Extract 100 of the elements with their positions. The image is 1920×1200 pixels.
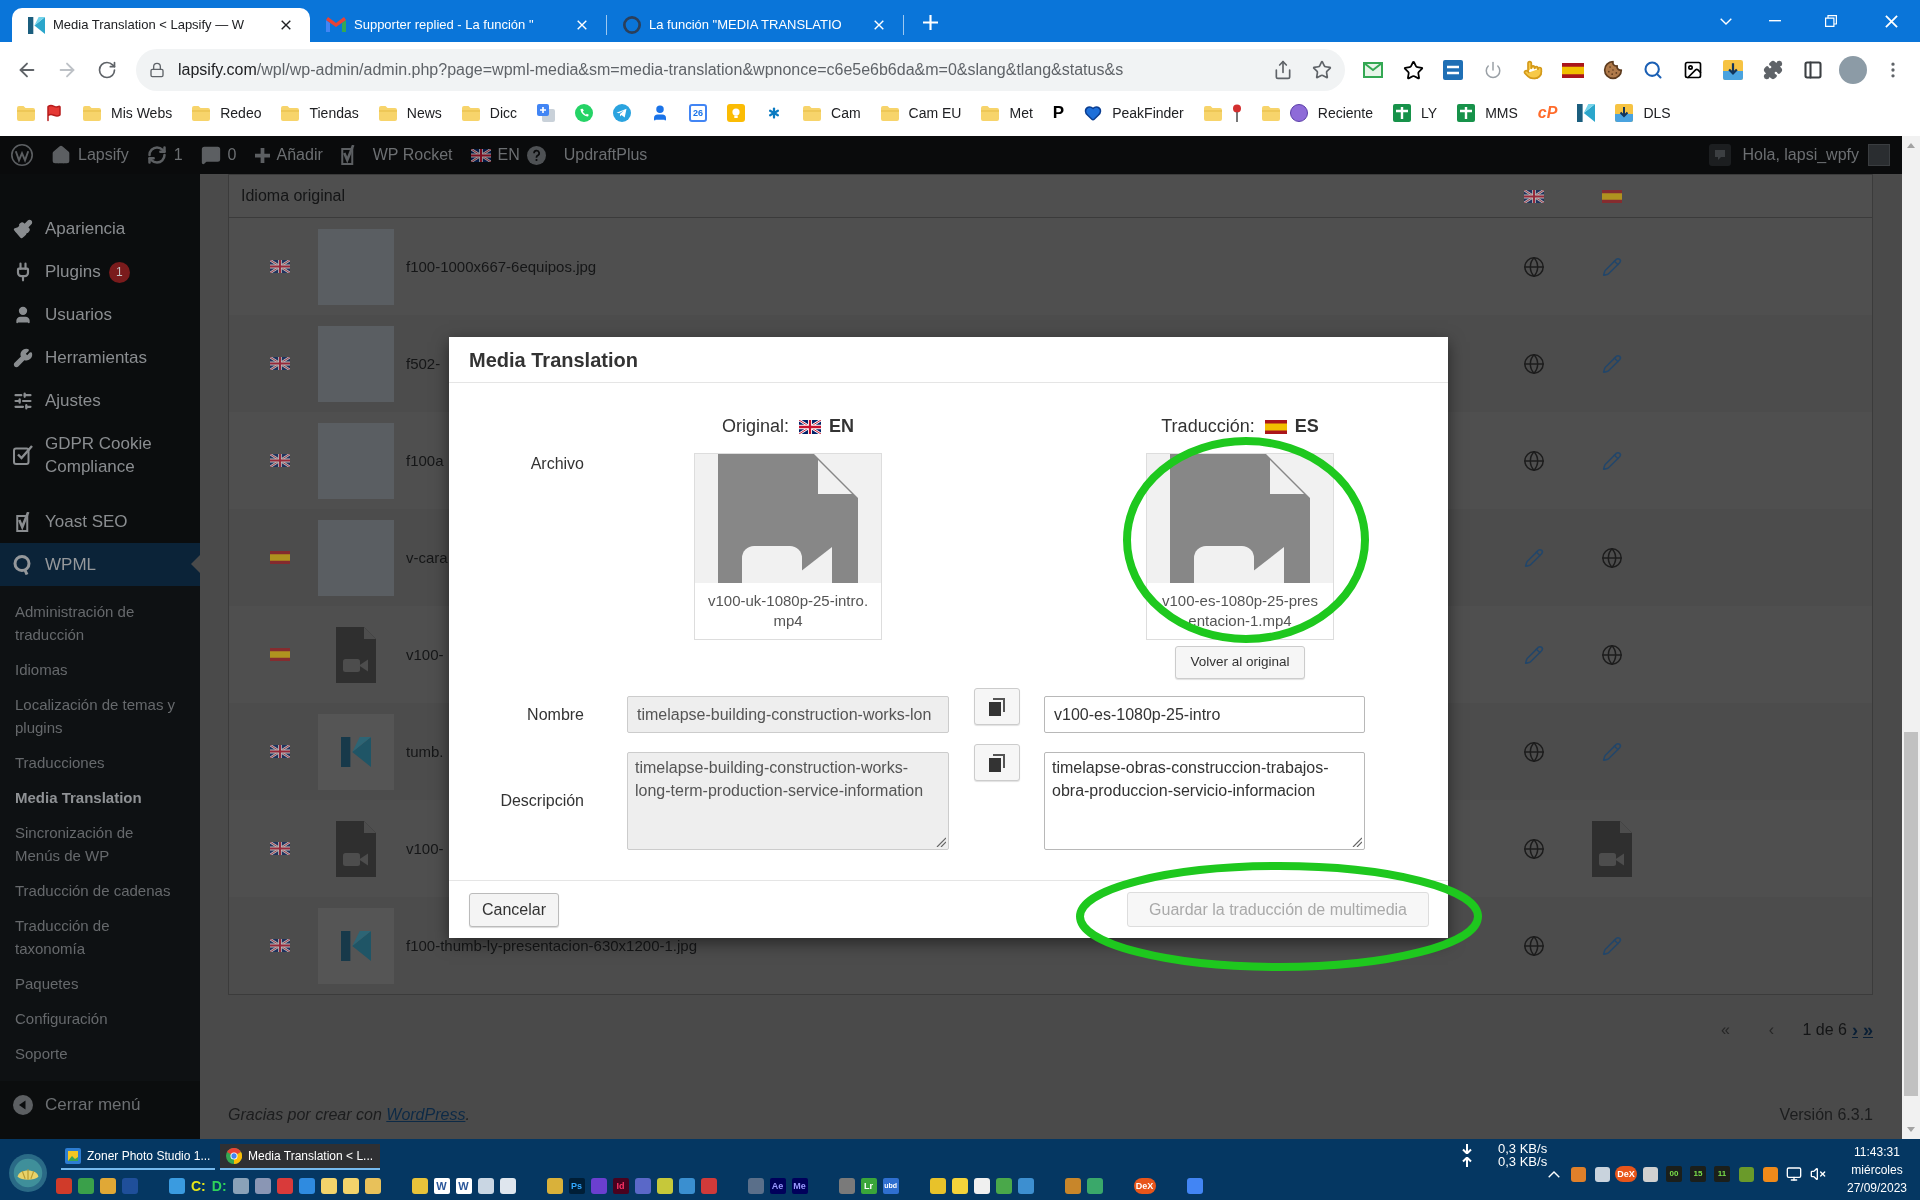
app-shortcut-icon[interactable] [499,1178,516,1194]
bookmark[interactable]: LY [1383,99,1448,127]
tray-icon[interactable] [1762,1166,1778,1182]
globe-icon[interactable] [1601,546,1623,569]
app-shortcut-icon[interactable] [973,1178,990,1194]
taskbar-window-button[interactable]: Zoner Photo Studio 1... [61,1144,215,1170]
bookmark[interactable]: MMS [1447,99,1528,127]
app-shortcut[interactable]: Ae [769,1178,786,1194]
account-menu[interactable]: Hola, lapsi_wpfy [1742,143,1890,167]
app-shortcut[interactable]: DeX [1133,1178,1156,1194]
bookmark[interactable]: DLS [1605,99,1681,127]
submenu-item[interactable]: Configuración [0,1001,178,1036]
browser-tab[interactable]: Supporter replied - La función " [310,8,606,42]
globe-icon[interactable] [1523,449,1545,472]
copy-button[interactable] [973,744,1020,781]
menu-item[interactable]: Yoast SEO [0,500,200,543]
menu-item[interactable]: WPML [0,543,200,586]
bookmark-folder[interactable]: Dicc [451,99,527,127]
image-icon[interactable] [1683,60,1703,80]
app-shortcut-icon[interactable] [364,1178,381,1194]
tray-icon[interactable]: 15 [1690,1166,1706,1182]
copy-button[interactable] [973,688,1020,725]
app-shortcut-icon[interactable] [546,1178,563,1194]
app-shortcut-icon[interactable] [342,1178,359,1194]
avatar[interactable] [1839,56,1867,84]
tray-icon[interactable]: DeX [1615,1166,1637,1182]
bookmark-folder[interactable]: News [368,99,452,127]
submenu-item[interactable]: Traducción de taxonomía [0,908,178,966]
tray-icon[interactable] [1738,1166,1754,1182]
drive-shortcut[interactable]: C: [191,1178,206,1194]
app-shortcut[interactable]: W [433,1178,450,1194]
submenu-item[interactable]: Sincronización de Menús de WP [0,815,178,873]
collapse-menu-button[interactable]: Cerrar menú [0,1083,200,1126]
toolbar-link[interactable]: UpdraftPlus [554,136,657,174]
toolbar-link[interactable]: WP Rocket [363,136,462,174]
star-icon[interactable] [1402,59,1424,81]
download-tile-icon[interactable] [1723,60,1743,80]
app-shortcut[interactable]: W [455,1178,472,1194]
app-shortcut-icon[interactable] [320,1178,337,1194]
submenu-item[interactable]: Administración de traducción [0,594,178,652]
envelope-icon[interactable] [1363,62,1383,78]
cookie-icon[interactable] [1603,60,1623,80]
globe-icon[interactable] [1601,643,1623,666]
cancel-button[interactable]: Cancelar [469,892,560,927]
globe-icon[interactable] [1523,255,1545,278]
bookmark-folder[interactable]: Tiendas [271,99,369,127]
bookmark-folder[interactable]: Redeo [182,99,272,127]
menu-item[interactable]: Plugins 1 [0,250,200,293]
menu-item[interactable]: GDPR Cookie Compliance [0,422,200,488]
drive-shortcut[interactable]: D: [211,1178,227,1194]
submenu-item[interactable]: Media Translation [0,780,178,815]
share-icon[interactable] [1273,60,1293,80]
app-shortcut-icon[interactable] [929,1178,946,1194]
comments-link[interactable]: 0 [191,136,246,174]
submenu-item[interactable]: Idiomas [0,652,178,687]
app-shortcut[interactable]: Lr [860,1178,877,1194]
scrollbar-thumb[interactable] [1904,732,1918,1096]
puzzle-icon[interactable] [1763,60,1783,80]
globe-icon[interactable] [1523,837,1545,860]
muted-speaker-icon[interactable] [1810,1166,1826,1182]
menu-item[interactable]: Ajustes [0,379,200,422]
description-field[interactable]: timelapse-obras-construccion-trabajos-obra-produccion-servicio-informacion [1044,752,1365,850]
pointing-hand-icon[interactable] [1523,60,1543,80]
submenu-item[interactable]: Traducciones [0,745,178,780]
site-name-link[interactable]: Lapsify [42,136,138,174]
power-icon[interactable] [1484,61,1502,79]
globe-icon[interactable] [1523,740,1545,763]
menu-item[interactable]: Usuarios [0,293,200,336]
tray-icon[interactable] [1642,1166,1658,1182]
app-shortcut[interactable]: Ps [568,1178,585,1194]
browser-tab[interactable]: La función "MEDIA TRANSLATIO [607,8,903,42]
bookmark[interactable]: PeakFinder [1074,99,1194,127]
globe-icon[interactable] [1523,934,1545,957]
scroll-down-arrow-icon[interactable] [1907,1127,1915,1132]
updates-link[interactable]: 1 [137,136,192,174]
browser-tab[interactable]: Media Translation < Lapsify — W [12,8,310,42]
bookmark-folder[interactable]: Met [971,99,1043,127]
new-content-link[interactable]: Añadir [245,136,332,174]
app-shortcut-icon[interactable] [951,1178,968,1194]
tray-icon[interactable] [1594,1166,1610,1182]
bookmark-star-icon[interactable] [1312,60,1332,80]
scroll-up-arrow-icon[interactable] [1907,143,1915,148]
bookmark-folder[interactable]: Reciente [1251,99,1384,127]
address-bar[interactable]: lapsify.com/wpl/wp-admin/admin.php?page=wpml-media&sm=media-translation&wpnonce=c6e5e6b6da&m=0&slang&tlang&status&s [136,49,1345,91]
submenu-item[interactable]: Traducción de cadenas [0,873,178,908]
globe-icon[interactable] [1523,352,1545,375]
app-shortcut[interactable]: Me [791,1178,808,1194]
menu-item[interactable]: Herramientas [0,336,200,379]
side-panel-icon[interactable] [1803,60,1823,80]
bookmark[interactable]: P [1042,99,1075,127]
close-icon[interactable] [281,20,291,30]
tray-icon[interactable]: 00 [1666,1166,1682,1182]
submenu-item[interactable]: Soporte [0,1036,178,1071]
taskbar-window-button[interactable]: Media Translation < L... [220,1144,380,1170]
app-shortcut-icon[interactable] [411,1178,428,1194]
tray-icon[interactable]: 11 [1714,1166,1730,1182]
bookmark[interactable]: 26 [679,99,717,127]
magnifier-icon[interactable] [1643,60,1663,80]
app-shortcut-icon[interactable] [232,1178,249,1194]
bookmark-folder[interactable]: Mis Webs [73,99,183,127]
